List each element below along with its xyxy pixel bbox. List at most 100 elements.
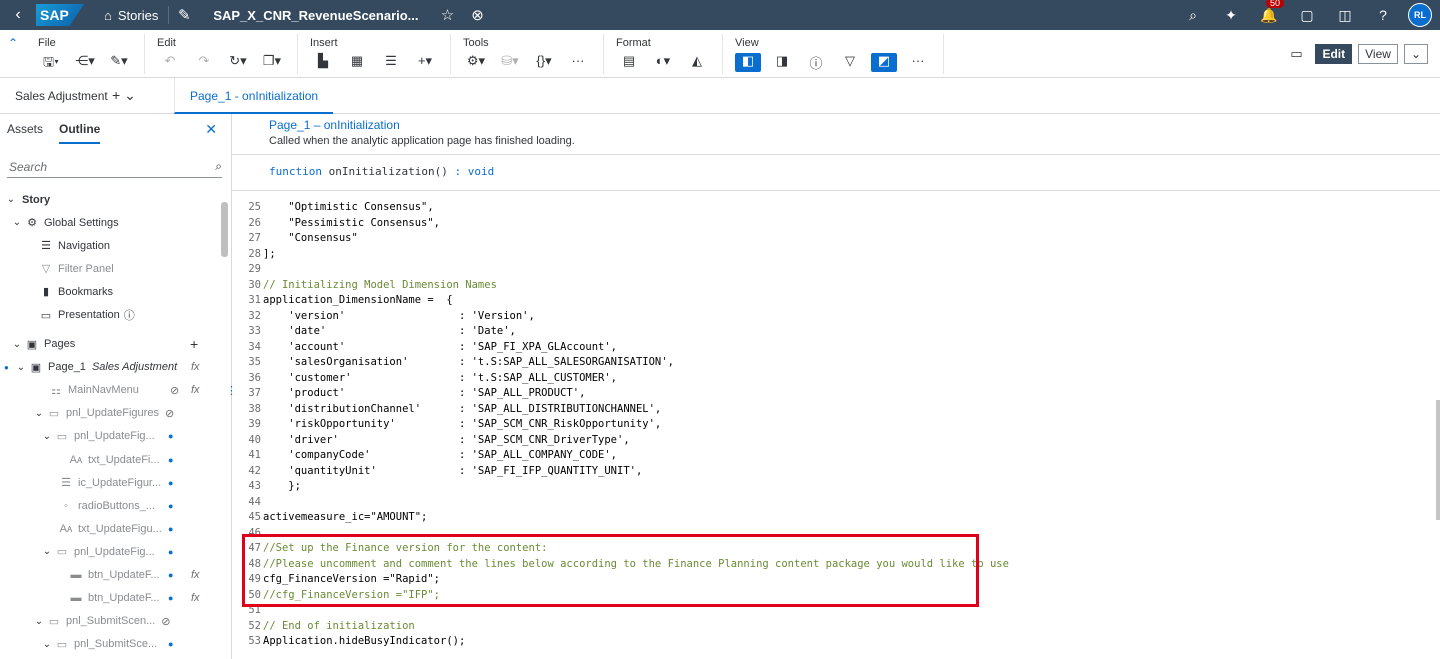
wrench-icon[interactable]: ✎ xyxy=(169,6,199,24)
favorite-icon[interactable]: ☆ xyxy=(433,6,463,24)
tree-node-main-nav-menu[interactable]: ⚏ MainNavMenu ⊘ fx ⋮ xyxy=(0,379,237,402)
signature-return: : void xyxy=(454,165,495,178)
tree-node-filter-panel[interactable]: ▽ Filter Panel xyxy=(0,257,231,280)
outline-scrollbar[interactable] xyxy=(221,202,228,257)
code-line[interactable]: 35 'salesOrganisation' : 't.S:SAP_ALL_SA… xyxy=(232,355,1440,371)
tree-node-pnl-update-fig-2[interactable]: ⌄ ▭ pnl_UpdateFig... ● xyxy=(0,540,231,563)
tree-node-ic-update-figur[interactable]: ☰ ic_UpdateFigur... ● xyxy=(0,471,231,494)
code-text: "Pessimistic Consensus", xyxy=(263,216,441,229)
tab-assets[interactable]: Assets xyxy=(7,114,43,144)
more-icon[interactable]: ··· xyxy=(565,53,591,69)
code-line[interactable]: 45 activemeasure_ic="AMOUNT"; xyxy=(232,510,1440,526)
styling-icon[interactable]: ▤ xyxy=(616,53,642,69)
breadcrumb[interactable]: ⌂ Stories xyxy=(94,6,170,24)
tree-node-pnl-submit-scen[interactable]: ⌄ ▭ pnl_SubmitScen... ⊘ xyxy=(0,610,231,633)
tree-node-txt-update-figu[interactable]: Aᴀ txt_UpdateFigu... ● xyxy=(0,517,231,540)
lightbulb-icon[interactable]: ✦ xyxy=(1214,7,1248,24)
notification-icon[interactable]: 🔔 50 xyxy=(1252,0,1286,24)
table-icon[interactable]: ▦ xyxy=(344,53,370,69)
data-icon[interactable]: ⛁▾ xyxy=(497,53,523,69)
tab-outline[interactable]: Outline xyxy=(59,114,101,144)
tree-node-bookmarks[interactable]: ▮ Bookmarks xyxy=(0,280,231,303)
avatar[interactable]: RL xyxy=(1408,3,1432,27)
tree-node-story[interactable]: ⌄ Story xyxy=(0,188,231,211)
tree-node-pnl-update-fig-1[interactable]: ⌄ ▭ pnl_UpdateFig... ● xyxy=(0,425,231,448)
tree-node-pages[interactable]: ⌄ ▣ Pages + xyxy=(0,333,231,356)
tree-node-page-1[interactable]: ● ⌄ ▣ Page_1 Sales Adjustment fx xyxy=(0,356,231,379)
refresh-icon[interactable]: ↻▾ xyxy=(225,53,251,69)
undo-icon[interactable]: ↶ xyxy=(157,53,183,69)
tree-node-txt-update-fi[interactable]: Aᴀ txt_UpdateFi... ● xyxy=(0,448,231,471)
code-line[interactable]: 27 "Consensus" xyxy=(232,231,1440,247)
tree-node-pnl-submit-sce[interactable]: ⌄ ▭ pnl_SubmitSce... ● xyxy=(0,633,231,656)
editor-scrollbar[interactable] xyxy=(1436,200,1440,655)
add-icon[interactable]: + xyxy=(190,336,198,352)
tree-node-radio-buttons[interactable]: ◦ radioButtons_... ● xyxy=(0,494,231,517)
redo-icon[interactable]: ↷ xyxy=(191,53,217,69)
tab-page-1-oninit[interactable]: Page_1 - onInitialization xyxy=(174,77,334,114)
input-control-icon[interactable]: ☰ xyxy=(378,53,404,69)
code-line[interactable]: 52 // End of initialization xyxy=(232,619,1440,635)
code-line[interactable]: 25 "Optimistic Consensus", xyxy=(232,200,1440,216)
code-line[interactable]: 37 'product' : 'SAP_ALL_PRODUCT', xyxy=(232,386,1440,402)
share-icon[interactable]: ⋲▾ xyxy=(72,53,98,75)
breadcrumb-stories[interactable]: Stories xyxy=(118,8,158,23)
story-name[interactable]: Sales Adjustment xyxy=(0,89,112,103)
chart-icon[interactable]: ▙ xyxy=(310,53,336,69)
code-line[interactable]: 30 // Initializing Model Dimension Names xyxy=(232,278,1440,294)
search-icon[interactable]: ⌕ xyxy=(1176,7,1210,24)
sap-logo[interactable]: SAP xyxy=(36,4,84,26)
discussion-icon[interactable]: ▢ xyxy=(1290,7,1324,24)
help-icon[interactable]: ? xyxy=(1366,7,1400,23)
code-line[interactable]: 29 xyxy=(232,262,1440,278)
filter-icon[interactable]: ▽ xyxy=(837,53,863,72)
tree-node-presentation[interactable]: ▭ Presentation ⓘ xyxy=(0,303,231,326)
scripting-icon[interactable]: ◩ xyxy=(871,53,897,72)
save-icon[interactable]: 🖫▾ xyxy=(38,53,64,75)
more-icon[interactable]: ··· xyxy=(905,53,931,72)
back-icon[interactable]: ‹ xyxy=(0,6,36,24)
code-line[interactable]: 28 ]; xyxy=(232,247,1440,263)
left-panel-icon[interactable]: ◧ xyxy=(735,53,761,72)
code-line[interactable]: 34 'account' : 'SAP_FI_XPA_GLAccount', xyxy=(232,340,1440,356)
code-line[interactable]: 36 'customer' : 't.S:SAP_ALL_CUSTOMER', xyxy=(232,371,1440,387)
wrench-icon[interactable]: ✎▾ xyxy=(106,53,132,75)
edit-mode-button[interactable]: Edit xyxy=(1315,43,1353,64)
tree-node-navigation[interactable]: ☰ Navigation xyxy=(0,234,231,257)
settings-icon[interactable]: ⚙▾ xyxy=(463,53,489,69)
tree-node-btn-update-f-1[interactable]: ▬ btn_UpdateF... ● fx xyxy=(0,564,231,587)
code-line[interactable]: 41 'companyCode' : 'SAP_ALL_COMPANY_CODE… xyxy=(232,448,1440,464)
code-line[interactable]: 39 'riskOpportunity' : 'SAP_SCM_CNR_Risk… xyxy=(232,417,1440,433)
close-story-icon[interactable]: ⊗ xyxy=(463,6,493,24)
code-line[interactable]: 32 'version' : 'Version', xyxy=(232,309,1440,325)
tree-node-global-settings[interactable]: ⌄ ⚙ Global Settings xyxy=(0,211,231,234)
code-line[interactable]: 26 "Pessimistic Consensus", xyxy=(232,216,1440,232)
tree-node-btn-update-f-2[interactable]: ▬ btn_UpdateF... ● fx xyxy=(0,587,231,610)
code-line[interactable]: 42 'quantityUnit' : 'SAP_FI_IFP_QUANTITY… xyxy=(232,464,1440,480)
code-line[interactable]: 53 Application.hideBusyIndicator(); xyxy=(232,634,1440,650)
device-icon[interactable]: ▭ xyxy=(1283,46,1309,62)
feedback-icon[interactable]: ◫ xyxy=(1328,7,1362,24)
search-input[interactable]: Search ⌕ xyxy=(7,156,222,178)
copy-icon[interactable]: ❐▾ xyxy=(259,53,285,69)
code-line[interactable]: 31 application_DimensionName = { xyxy=(232,293,1440,309)
info-icon[interactable]: ⓘ xyxy=(803,53,829,72)
palette-icon[interactable]: ◐▾ xyxy=(650,53,676,69)
search-icon[interactable]: ⌕ xyxy=(215,159,222,174)
text-icon: Aᴀ xyxy=(59,522,73,535)
right-panel-icon[interactable]: ◨ xyxy=(769,53,795,72)
chevron-down-icon[interactable]: ⌄ xyxy=(1403,43,1428,64)
paint-icon[interactable]: ◭ xyxy=(684,53,710,69)
tree-node-pnl-update-figures[interactable]: ⌄ ▭ pnl_UpdateFigures ⊘ xyxy=(0,402,231,425)
code-line[interactable]: 33 'date' : 'Date', xyxy=(232,324,1440,340)
script-icon[interactable]: {}▾ xyxy=(531,53,557,69)
code-line[interactable]: 43 }; xyxy=(232,479,1440,495)
code-line[interactable]: 40 'driver' : 'SAP_SCM_CNR_DriverType', xyxy=(232,433,1440,449)
code-line[interactable]: 38 'distributionChannel' : 'SAP_ALL_DIST… xyxy=(232,402,1440,418)
close-icon[interactable]: ✕ xyxy=(205,121,217,138)
code-line[interactable]: 44 xyxy=(232,495,1440,511)
chevron-up-icon[interactable]: ⌃ xyxy=(0,30,26,77)
add-icon[interactable]: +▾ xyxy=(412,53,438,69)
add-page-icon[interactable]: + ⌄ xyxy=(112,87,162,104)
view-mode-button[interactable]: View xyxy=(1358,43,1398,64)
